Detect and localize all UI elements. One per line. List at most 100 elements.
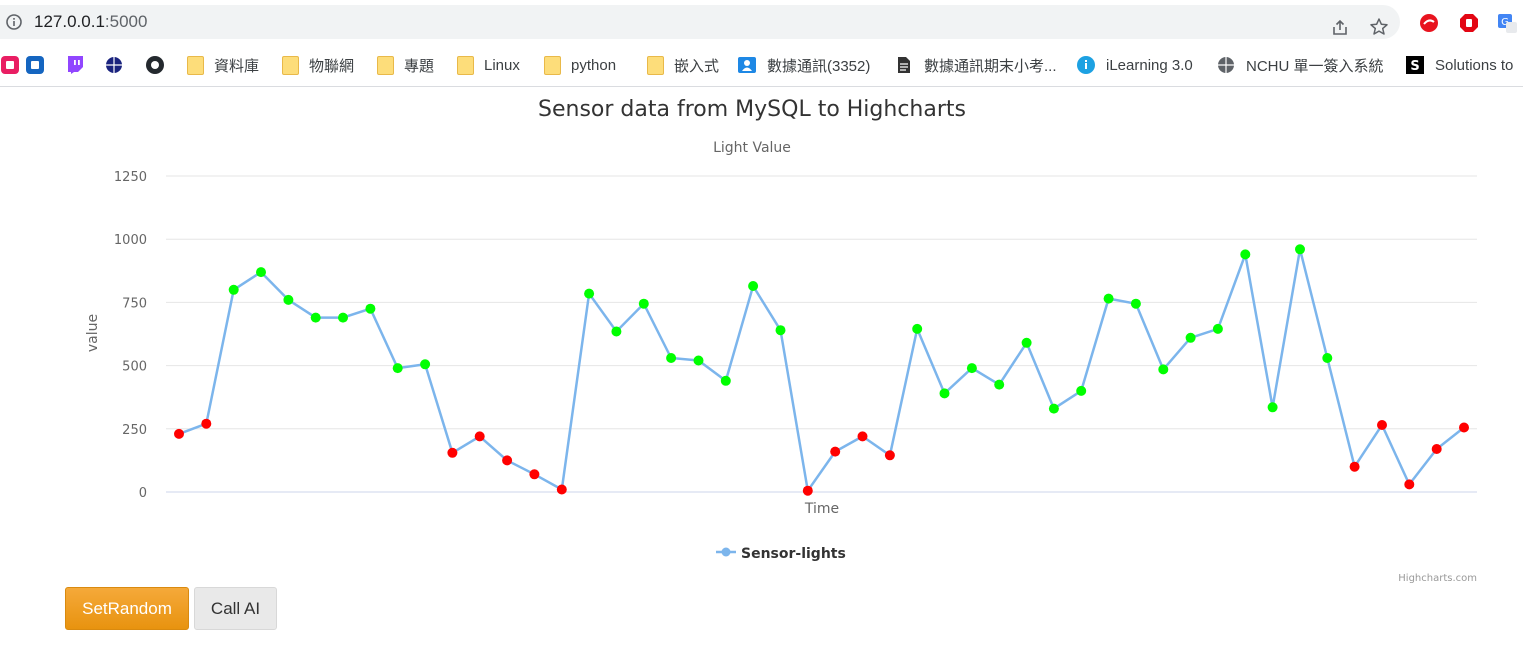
data-point[interactable] — [556, 484, 567, 495]
data-point[interactable] — [611, 326, 622, 337]
data-point[interactable] — [666, 353, 677, 363]
bookmark-label: iLearning 3.0 — [1106, 56, 1193, 74]
globe-icon — [1216, 55, 1236, 75]
data-point[interactable] — [228, 284, 239, 295]
bookmark-label: 資料庫 — [214, 57, 260, 75]
data-point[interactable] — [392, 363, 403, 374]
data-point[interactable] — [1130, 298, 1141, 309]
bookmark-item[interactable] — [0, 52, 20, 78]
twitch-icon — [65, 55, 85, 75]
data-point[interactable] — [1021, 337, 1032, 348]
bookmark-item[interactable]: 資料庫 — [185, 52, 259, 78]
document-icon — [894, 55, 914, 75]
bookmark-label: python — [571, 56, 617, 74]
data-point[interactable] — [966, 363, 977, 374]
legend[interactable]: Sensor-lights — [716, 546, 846, 562]
data-point[interactable] — [1267, 402, 1278, 413]
line-chart: 0 250 500 750 1000 1250 Sensor data from MySQ… — [85, 97, 1477, 584]
data-point[interactable] — [693, 355, 704, 366]
globe-icon — [104, 55, 124, 75]
data-point[interactable] — [1158, 364, 1169, 375]
bookmark-item[interactable]: 物聯網 — [280, 52, 354, 78]
data-point[interactable] — [201, 418, 212, 429]
data-point[interactable] — [365, 303, 376, 314]
data-point[interactable] — [748, 281, 759, 291]
info-icon[interactable] — [6, 14, 22, 30]
data-point[interactable] — [720, 375, 731, 386]
bookmark-item[interactable]: 專題 — [375, 52, 434, 78]
x-axis-label: Time — [804, 501, 839, 517]
bookmark-item[interactable] — [104, 52, 124, 78]
call-ai-button[interactable]: Call AI — [194, 587, 277, 630]
bookmark-item[interactable] — [145, 52, 165, 78]
data-point[interactable] — [857, 431, 868, 442]
data-point[interactable] — [1404, 479, 1415, 490]
github-icon — [145, 55, 165, 75]
bookmark-item[interactable]: python — [542, 52, 616, 78]
data-point[interactable] — [338, 312, 348, 323]
y-tick-label: 500 — [122, 360, 147, 375]
star-icon[interactable] — [1369, 17, 1389, 37]
data-point[interactable] — [1377, 420, 1387, 430]
data-point[interactable] — [1048, 403, 1059, 414]
bookmark-item[interactable] — [65, 52, 85, 78]
data-point[interactable] — [1322, 353, 1333, 363]
y-tick-label: 1250 — [114, 170, 147, 185]
url-text[interactable]: 127.0.0.1:5000 — [34, 12, 147, 32]
data-point[interactable] — [912, 323, 923, 334]
data-point[interactable] — [994, 379, 1005, 390]
credits-link[interactable]: Highcharts.com — [1398, 573, 1477, 584]
data-point[interactable] — [1240, 249, 1251, 260]
data-point[interactable] — [830, 446, 841, 457]
bookmark-label: 數據通訊(3352) — [767, 57, 871, 75]
data-point[interactable] — [529, 469, 540, 480]
y-tick-label: 750 — [122, 296, 147, 311]
data-point[interactable] — [1185, 332, 1196, 343]
data-point[interactable] — [638, 298, 649, 309]
data-point[interactable] — [1076, 385, 1087, 396]
chart-subtitle: Light Value — [713, 140, 791, 156]
bookmark-item[interactable]: iLearning 3.0 — [1076, 52, 1193, 78]
data-point[interactable] — [584, 288, 595, 299]
bookmark-label: 物聯網 — [309, 57, 355, 75]
set-random-button[interactable]: SetRandom — [65, 587, 189, 630]
data-point[interactable] — [1212, 323, 1223, 334]
folder-icon — [457, 55, 474, 75]
extension-icon[interactable] — [1418, 12, 1440, 34]
legend-item-sensor-lights[interactable]: Sensor-lights — [741, 546, 846, 562]
bookmark-item[interactable]: 數據通訊(3352) — [737, 52, 870, 78]
data-point[interactable] — [256, 267, 266, 278]
data-point[interactable] — [1431, 444, 1442, 454]
address-bar[interactable]: 127.0.0.1:5000 — [0, 5, 1400, 39]
bookmark-item[interactable]: NCHU 單一簽入系統 — [1216, 52, 1384, 78]
bookmark-item[interactable] — [25, 52, 45, 78]
bookmark-item[interactable]: S Solutions to — [1405, 52, 1513, 78]
data-point[interactable] — [502, 455, 513, 466]
data-point[interactable] — [1295, 244, 1305, 255]
series-line-sensor-lights — [178, 248, 1465, 494]
data-point[interactable] — [283, 294, 294, 305]
bookmark-item[interactable]: Linux — [455, 52, 520, 78]
data-point[interactable] — [775, 325, 786, 336]
data-point[interactable] — [1349, 461, 1360, 472]
share-icon[interactable] — [1330, 18, 1350, 38]
data-point[interactable] — [310, 312, 321, 323]
folder-icon — [282, 55, 299, 75]
data-point[interactable] — [884, 450, 895, 461]
url-port: :5000 — [104, 12, 148, 31]
data-point[interactable] — [174, 428, 184, 439]
bookmark-icon — [0, 55, 20, 75]
extension-icon[interactable] — [1458, 12, 1480, 34]
data-point[interactable] — [939, 388, 950, 399]
data-point[interactable] — [447, 447, 458, 458]
data-point[interactable] — [1459, 422, 1469, 433]
bookmark-item[interactable]: 嵌入式 — [645, 52, 719, 78]
bookmarks-bar: 資料庫 物聯網 專題 Linux python 嵌入式 數據通訊(3352) 數據通訊期末小考… — [0, 44, 1523, 87]
bookmark-item[interactable]: 數據通訊期末小考... — [894, 52, 1057, 78]
data-point[interactable] — [420, 359, 431, 370]
data-point[interactable] — [474, 431, 485, 442]
y-axis-label: value — [85, 314, 101, 352]
data-point[interactable] — [1103, 293, 1114, 304]
data-point[interactable] — [802, 485, 813, 496]
translate-icon[interactable]: G — [1496, 12, 1518, 34]
